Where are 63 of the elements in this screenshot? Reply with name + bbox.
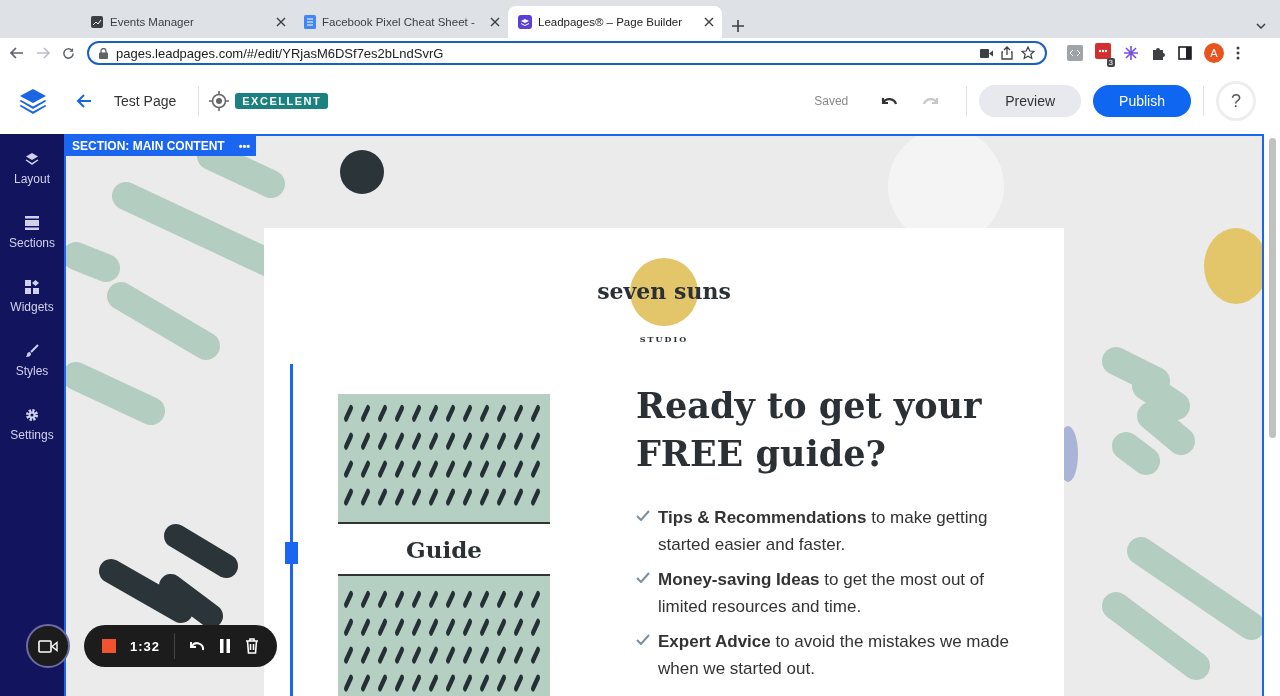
heading: Ready to get your FREE guide? (636, 384, 983, 476)
trash-icon[interactable] (245, 638, 260, 654)
save-status: Saved (814, 94, 849, 108)
sidebar-item[interactable]: Layout (0, 148, 64, 212)
checkmark-icon (636, 572, 650, 583)
back-arrow-icon[interactable] (76, 94, 92, 108)
section-label[interactable]: SECTION: MAIN CONTENT (72, 139, 225, 153)
resize-handle[interactable] (285, 542, 298, 564)
profile-avatar[interactable]: A (1204, 43, 1224, 63)
logo-tagline: STUDIO (639, 334, 689, 344)
camera-icon[interactable] (980, 48, 993, 58)
sidebar-item[interactable]: Widgets (0, 276, 64, 340)
lock-icon (99, 47, 108, 59)
side-panel-icon[interactable] (1178, 46, 1192, 60)
address-bar[interactable]: pages.leadpages.com/#/edit/YRjasM6DSf7es2bLndSvrG (87, 41, 1047, 65)
share-icon[interactable] (1001, 46, 1013, 60)
sparkle-icon[interactable] (1123, 45, 1139, 61)
new-tab-icon[interactable] (732, 20, 744, 32)
checkmark-icon (636, 634, 650, 645)
checkmark-icon (636, 510, 650, 521)
page-title[interactable]: Test Page (114, 93, 177, 109)
puzzle-icon[interactable] (1151, 45, 1166, 61)
close-icon[interactable] (704, 17, 714, 27)
reload-icon[interactable] (62, 46, 75, 60)
browser-tab[interactable]: Events Manager (80, 6, 294, 38)
sidebar-item[interactable]: Settings (0, 404, 64, 468)
redo-icon (920, 95, 941, 107)
close-icon[interactable] (276, 17, 286, 27)
settings-icon (25, 408, 39, 422)
sidebar-item[interactable]: Styles (0, 340, 64, 404)
chart-icon (90, 15, 104, 29)
help-button[interactable]: ? (1216, 81, 1256, 121)
chevron-down-icon[interactable] (1256, 23, 1266, 29)
target-icon[interactable] (209, 91, 230, 111)
scrollbar-thumb[interactable] (1268, 138, 1276, 438)
cover-title: Guide (338, 522, 550, 576)
score-badge[interactable]: EXCELLENT (235, 93, 329, 109)
browser-tab[interactable]: Leadpages® – Page Builder (508, 6, 722, 38)
recording-time: 1:32 (130, 638, 161, 654)
close-icon[interactable] (490, 17, 500, 27)
preview-button[interactable]: Preview (979, 85, 1082, 117)
brush-icon (25, 344, 39, 358)
extension-icon[interactable] (1095, 43, 1111, 59)
bullet-text: Money-saving Ideas to get the most out of limited resources and time. (658, 569, 985, 618)
sidebar-item[interactable]: Sections (0, 212, 64, 276)
sections-icon (25, 216, 39, 230)
undo-icon[interactable] (189, 640, 206, 652)
document-icon (304, 15, 316, 29)
bullet-text: Expert Advice to avoid the mistakes we made when we started out. (658, 631, 1010, 680)
pause-icon[interactable] (219, 639, 232, 653)
more-vertical-icon[interactable] (1236, 46, 1240, 60)
layers-icon (25, 152, 39, 166)
extension-badge: 3 (1106, 58, 1115, 67)
section-menu-button[interactable]: ••• (238, 139, 251, 153)
browser-tab[interactable]: Facebook Pixel Cheat Sheet - (294, 6, 508, 38)
publish-button[interactable]: Publish (1093, 85, 1191, 117)
back-arrow-icon[interactable] (10, 47, 24, 59)
bullet-text: Tips & Recommendations to make getting started easier and faster. (658, 507, 989, 556)
widgets-icon (25, 280, 39, 294)
layers-logo-icon[interactable] (18, 88, 48, 114)
star-icon[interactable] (1021, 46, 1035, 60)
video-camera-icon (38, 639, 58, 653)
layers-icon (518, 15, 532, 29)
